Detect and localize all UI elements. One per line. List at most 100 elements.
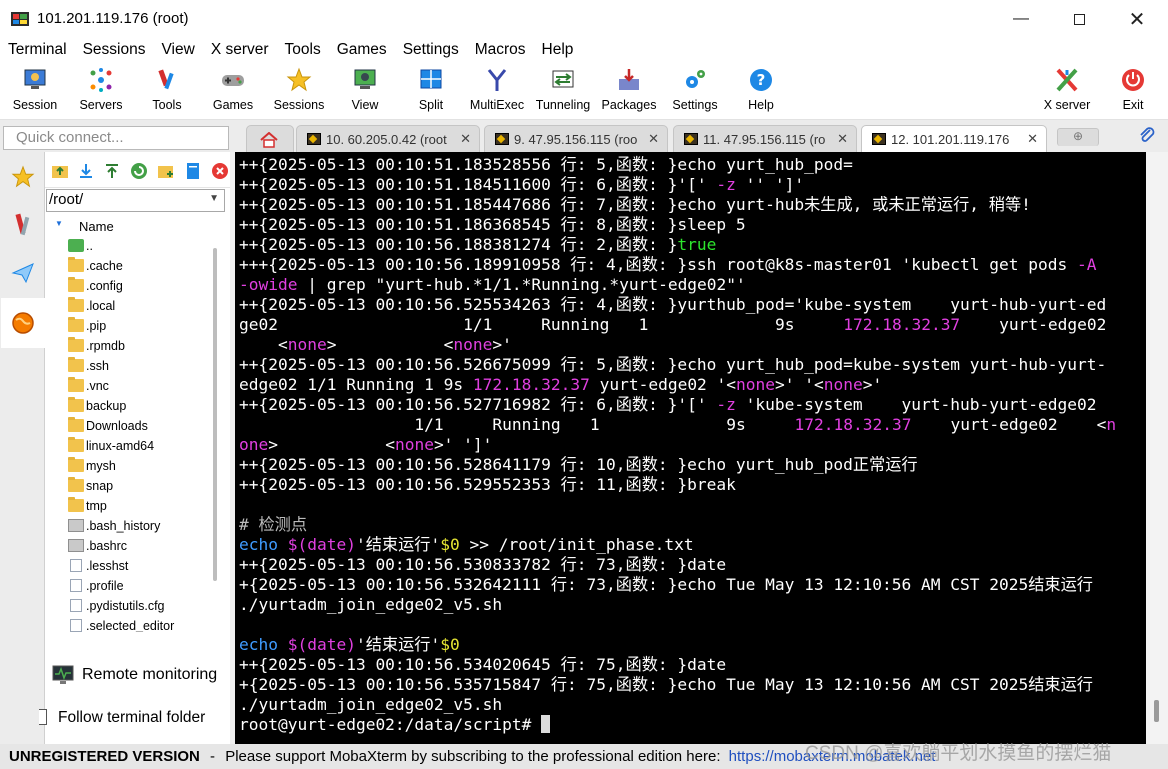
x-server-button[interactable]: X server — [1034, 66, 1100, 118]
menu-tools[interactable]: Tools — [277, 38, 329, 62]
tab-session-12[interactable]: 12. 101.201.119.176 ✕ — [861, 125, 1047, 154]
sort-arrow-icon: ▼ — [55, 219, 63, 228]
file-list-item[interactable]: .pip — [45, 316, 213, 336]
file-list-item[interactable]: .pydistutils.cfg — [45, 596, 213, 616]
terminal-line: ++{2025-05-13 00:10:51.186368545 行: 8,函数… — [239, 215, 746, 234]
star-icon — [11, 165, 35, 188]
home-tab[interactable] — [246, 125, 294, 153]
session-icon — [24, 69, 46, 89]
close-button[interactable]: ✕ — [1108, 0, 1166, 38]
tab-session-9[interactable]: 9. 47.95.156.115 (roo ✕ — [484, 125, 668, 153]
split-button[interactable]: Split — [398, 66, 464, 118]
settings-button[interactable]: Settings — [662, 66, 728, 118]
file-list-item[interactable]: .cache — [45, 256, 213, 276]
file-list-item[interactable]: mysh — [45, 456, 213, 476]
power-icon — [1122, 69, 1144, 91]
close-tab-icon[interactable]: ✕ — [648, 131, 659, 147]
servers-button[interactable]: Servers — [68, 66, 134, 118]
multiexec-button[interactable]: MultiExec — [464, 66, 530, 118]
sessions-button[interactable]: Sessions — [266, 66, 332, 118]
sftp-toolbar — [45, 152, 230, 188]
exit-button[interactable]: Exit — [1100, 66, 1166, 118]
terminal-line: ./yurtadm_join_edge02_v5.sh — [239, 695, 503, 714]
file-list-item[interactable]: .lesshst — [45, 556, 213, 576]
file-list-item[interactable]: .local — [45, 296, 213, 316]
file-list-scrollbar[interactable] — [211, 238, 221, 630]
chevron-down-icon[interactable]: ▼ — [209, 193, 219, 204]
menu-view[interactable]: View — [153, 38, 202, 62]
folder-icon — [68, 497, 84, 512]
file-list-item[interactable]: linux-amd64 — [45, 436, 213, 456]
file-icon — [68, 519, 84, 532]
file-list-item[interactable]: .. — [45, 236, 213, 256]
file-list-item[interactable]: tmp — [45, 496, 213, 516]
file-icon — [70, 579, 82, 592]
sftp-side-tab[interactable] — [1, 298, 45, 348]
monitor-icon — [52, 665, 74, 684]
view-button[interactable]: View — [332, 66, 398, 118]
sessions-side-tab[interactable] — [3, 154, 43, 200]
terminal-tab-icon — [495, 133, 509, 145]
terminal-line: ++{2025-05-13 00:10:56.528641179 行: 10,函… — [239, 455, 918, 474]
new-tab-button[interactable]: ⊕ — [1057, 128, 1099, 146]
tab-session-11[interactable]: 11. 47.95.156.115 (ro ✕ — [673, 125, 857, 153]
gear-icon — [686, 70, 705, 88]
title-bar: 101.201.119.176 (root) — ✕ — [0, 0, 1168, 38]
scrollbar-thumb[interactable] — [1154, 700, 1159, 722]
paperclip-icon[interactable] — [1138, 126, 1156, 144]
file-list-item[interactable]: .profile — [45, 576, 213, 596]
checkbox-icon[interactable] — [39, 709, 47, 725]
name-column-header[interactable]: ▼ Name — [45, 214, 207, 236]
help-button[interactable]: ? Help — [728, 66, 794, 118]
minimize-button[interactable]: — — [992, 0, 1050, 38]
quick-connect-input[interactable]: Quick connect... — [3, 126, 229, 150]
up-folder-icon[interactable] — [51, 162, 69, 180]
file-list-item[interactable]: Downloads — [45, 416, 213, 436]
close-tab-icon[interactable]: ✕ — [837, 131, 848, 147]
menu-games[interactable]: Games — [329, 38, 395, 62]
new-file-icon[interactable] — [184, 162, 202, 180]
file-list-item[interactable]: backup — [45, 396, 213, 416]
download-icon[interactable] — [77, 162, 95, 180]
upload-icon[interactable] — [103, 162, 121, 180]
terminal-output[interactable]: ++{2025-05-13 00:10:51.183528556 行: 5,函数… — [235, 152, 1146, 744]
terminal-line: ++{2025-05-13 00:10:56.188381274 行: 2,函数… — [239, 235, 717, 254]
menu-settings[interactable]: Settings — [395, 38, 467, 62]
menu-x-server[interactable]: X server — [203, 38, 277, 62]
file-list-item[interactable]: .selected_editor — [45, 616, 213, 632]
tools-side-tab[interactable] — [3, 202, 43, 248]
file-list-item[interactable]: .bash_history — [45, 516, 213, 536]
menu-terminal[interactable]: Terminal — [0, 38, 75, 62]
file-list-item[interactable]: .bashrc — [45, 536, 213, 556]
folder-icon — [68, 377, 84, 392]
session-button[interactable]: Session — [2, 66, 68, 118]
remote-monitoring-button[interactable]: Remote monitoring — [52, 664, 230, 690]
follow-terminal-folder-checkbox[interactable]: Follow terminal folder — [39, 707, 230, 733]
packages-button[interactable]: Packages — [596, 66, 662, 118]
macros-side-tab[interactable] — [3, 250, 43, 296]
terminal-tab-icon — [307, 133, 321, 145]
menu-help[interactable]: Help — [534, 38, 582, 62]
file-list-item[interactable]: .ssh — [45, 356, 213, 376]
tab-session-10[interactable]: 10. 60.205.0.42 (root ✕ — [296, 125, 480, 153]
file-list-item[interactable]: .rpmdb — [45, 336, 213, 356]
tunneling-button[interactable]: Tunneling — [530, 66, 596, 118]
close-tab-icon[interactable]: ✕ — [1027, 131, 1038, 147]
new-folder-icon[interactable] — [157, 162, 175, 180]
file-list-item[interactable]: .config — [45, 276, 213, 296]
refresh-icon[interactable] — [130, 162, 148, 180]
scrollbar-thumb[interactable] — [213, 248, 217, 581]
tools-button[interactable]: Tools — [134, 66, 200, 118]
terminal-scrollbar[interactable] — [1146, 152, 1168, 744]
path-field[interactable]: /root/▼ — [46, 189, 225, 212]
file-list-item[interactable]: .vnc — [45, 376, 213, 396]
close-tab-icon[interactable]: ✕ — [460, 131, 471, 147]
menu-macros[interactable]: Macros — [467, 38, 534, 62]
home-icon — [260, 131, 278, 148]
games-button[interactable]: Games — [200, 66, 266, 118]
maximize-button[interactable] — [1050, 0, 1108, 38]
folder-icon — [68, 417, 84, 432]
menu-sessions[interactable]: Sessions — [75, 38, 154, 62]
file-list-item[interactable]: snap — [45, 476, 213, 496]
delete-icon[interactable] — [211, 162, 229, 180]
